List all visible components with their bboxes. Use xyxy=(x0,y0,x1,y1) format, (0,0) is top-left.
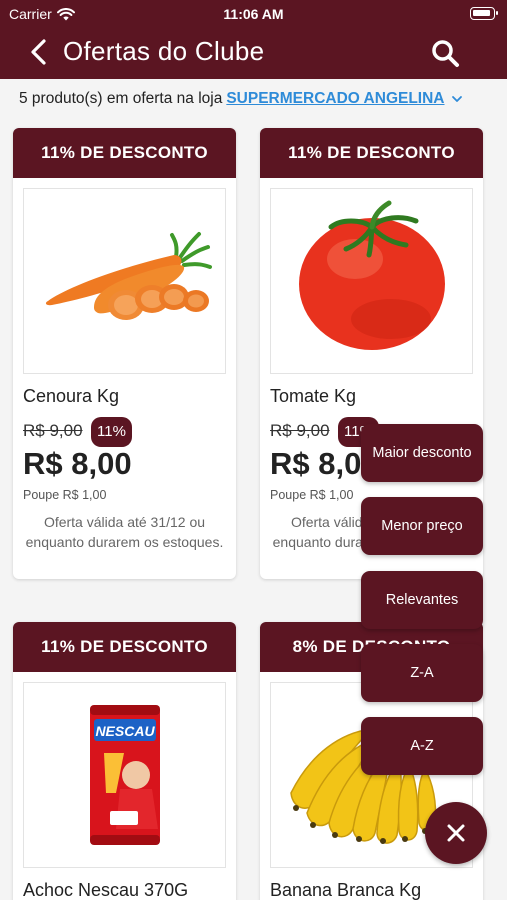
sort-option-z-a[interactable]: Z-A xyxy=(361,644,483,702)
chevron-left-icon[interactable] xyxy=(26,38,52,66)
old-price: R$ 9,00 xyxy=(23,421,83,440)
savings-text: Poupe R$ 1,00 xyxy=(23,488,107,502)
store-link[interactable]: SUPERMERCADO ANGELINA xyxy=(226,90,444,108)
product-name: Tomate Kg xyxy=(270,386,357,406)
savings-text: Poupe R$ 1,00 xyxy=(270,488,354,502)
close-icon xyxy=(447,824,465,842)
product-name: Cenoura Kg xyxy=(23,386,120,406)
product-image-frame xyxy=(23,188,226,374)
product-name: Banana Branca Kg xyxy=(270,880,422,900)
status-bar: Carrier 11:06 AM xyxy=(0,0,507,28)
tomato-image xyxy=(299,200,445,350)
search-icon[interactable] xyxy=(430,38,460,68)
discount-badge: 11% DE DESCONTO xyxy=(13,622,236,672)
nescau-can-image: NESCAU xyxy=(90,705,160,845)
close-sort-menu-button[interactable] xyxy=(425,802,487,864)
store-selector-bar: 5 produto(s) em oferta na loja SUPERMERC… xyxy=(0,79,507,119)
brand-text: NESCAU xyxy=(95,723,155,739)
offer-validity: Oferta válida até 31/12 ou enquanto dura… xyxy=(25,514,224,550)
status-time: 11:06 AM xyxy=(223,6,284,22)
product-card[interactable]: 11% DE DESCONTO Cenoura Kg R$ 9,00 11% R… xyxy=(13,128,236,579)
product-name: Achoc Nescau 370G xyxy=(23,880,189,900)
carrot-image xyxy=(45,232,212,320)
nav-bar: Ofertas do Clube xyxy=(0,28,507,79)
discount-badge: 11% DE DESCONTO xyxy=(13,128,236,178)
sort-option-relevantes[interactable]: Relevantes xyxy=(361,571,483,629)
sort-option-menor-preco[interactable]: Menor preço xyxy=(361,497,483,555)
product-card[interactable]: 11% DE DESCONTO NESCAU Achoc Nescau 370G xyxy=(13,622,236,900)
discount-tag: 11% xyxy=(91,417,132,447)
product-image-frame: NESCAU xyxy=(23,682,226,868)
sort-option-maior-desconto[interactable]: Maior desconto xyxy=(361,424,483,482)
old-price: R$ 9,00 xyxy=(270,421,330,440)
app-header: Carrier 11:06 AM Ofertas do Clube xyxy=(0,0,507,79)
current-price: R$ 8,00 xyxy=(23,446,132,481)
product-image-frame xyxy=(270,188,473,374)
battery-icon xyxy=(470,7,498,20)
offer-count-text: 5 produto(s) em oferta na loja xyxy=(19,90,223,107)
sort-option-a-z[interactable]: A-Z xyxy=(361,717,483,775)
chevron-down-icon[interactable] xyxy=(451,93,463,105)
discount-badge: 11% DE DESCONTO xyxy=(260,128,483,178)
page-title: Ofertas do Clube xyxy=(63,36,265,66)
